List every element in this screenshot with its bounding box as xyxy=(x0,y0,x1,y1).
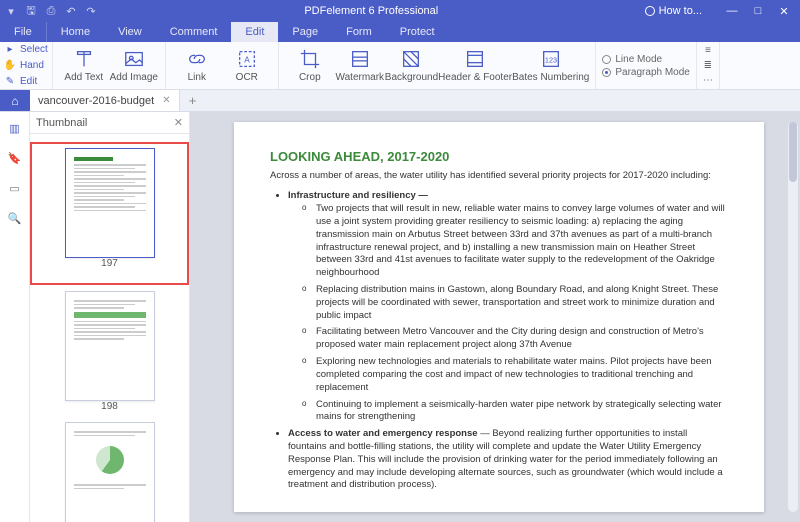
page-content: LOOKING AHEAD, 2017-2020 Across a number… xyxy=(234,122,764,512)
attachments-rail-icon[interactable]: ▭ xyxy=(7,180,23,196)
cursor-group: ▸Select ✋Hand ✎Edit xyxy=(0,42,53,89)
link-group: Link A OCR xyxy=(166,42,279,89)
menu-home[interactable]: Home xyxy=(47,22,104,42)
thumbnail-list: 197 198 199 xyxy=(30,134,189,522)
thumbnails-rail-icon[interactable]: ▥ xyxy=(7,120,23,136)
thumbnail-header: Thumbnail ✕ xyxy=(30,112,189,134)
highlight-box: 197 xyxy=(30,142,189,285)
line-mode-radio[interactable]: Line Mode xyxy=(602,54,690,65)
align-3-icon[interactable]: ⋯ xyxy=(701,75,715,87)
home-icon: ⌂ xyxy=(11,94,18,108)
thumbnail-panel: Thumbnail ✕ 197 198 xyxy=(30,112,190,522)
radio-icon xyxy=(602,68,611,77)
watermark-button[interactable]: Watermark xyxy=(335,44,385,87)
scrollbar[interactable] xyxy=(788,122,798,512)
ribbon: ▸Select ✋Hand ✎Edit Add Text Add Image L… xyxy=(0,42,800,90)
page-number: 197 xyxy=(101,258,118,269)
insert-group: Add Text Add Image xyxy=(53,42,166,89)
text-icon xyxy=(73,48,95,70)
title-bar: ▾ 🖫 ⎙ ↶ ↷ PDFelement 6 Professional How … xyxy=(0,0,800,22)
maximize-button[interactable]: □ xyxy=(746,1,770,21)
add-text-button[interactable]: Add Text xyxy=(59,44,109,87)
bullet-2: Access to water and emergency response —… xyxy=(288,428,728,492)
page-number: 198 xyxy=(101,401,118,412)
menu-form[interactable]: Form xyxy=(332,22,386,42)
paragraph-mode-radio[interactable]: Paragraph Mode xyxy=(602,67,690,78)
ocr-button[interactable]: A OCR xyxy=(222,44,272,87)
bullet-1: Infrastructure and resiliency — Two proj… xyxy=(288,190,728,424)
home-tab[interactable]: ⌂ xyxy=(0,90,30,111)
menu-protect[interactable]: Protect xyxy=(386,22,449,42)
app-menu-icon[interactable]: ▾ xyxy=(4,4,18,18)
main-area: ▥ 🔖 ▭ 🔍 Thumbnail ✕ 197 xyxy=(0,112,800,522)
select-mode[interactable]: ▸Select xyxy=(4,44,48,56)
watermark-icon xyxy=(349,48,371,70)
thumbnail-title: Thumbnail xyxy=(36,117,87,129)
sub-bullet: Continuing to implement a seismically-ha… xyxy=(302,399,728,425)
menu-file[interactable]: File xyxy=(0,22,47,42)
document-tab[interactable]: vancouver-2016-budget ✕ xyxy=(30,90,180,111)
side-rail: ▥ 🔖 ▭ 🔍 xyxy=(0,112,30,522)
page-preview xyxy=(65,148,155,258)
search-rail-icon[interactable]: 🔍 xyxy=(7,210,23,226)
radio-icon xyxy=(602,55,611,64)
bates-icon: 123 xyxy=(540,48,562,70)
align-group: ≡ ≣ ⋯ xyxy=(697,42,720,89)
close-tab-icon[interactable]: ✕ xyxy=(162,95,170,106)
page-preview xyxy=(65,422,155,522)
ocr-icon: A xyxy=(236,48,258,70)
save-icon[interactable]: 🖫 xyxy=(24,4,38,18)
svg-text:123: 123 xyxy=(545,56,557,65)
link-icon xyxy=(186,48,208,70)
thumbnail-item[interactable]: 197 xyxy=(36,148,183,269)
mode-group: Line Mode Paragraph Mode xyxy=(596,42,697,89)
header-footer-icon xyxy=(464,48,486,70)
quick-access: ▾ 🖫 ⎙ ↶ ↷ xyxy=(4,4,98,18)
location-icon xyxy=(645,6,655,16)
close-panel-icon[interactable]: ✕ xyxy=(174,116,183,129)
minimize-button[interactable]: — xyxy=(720,1,744,21)
page-heading: LOOKING AHEAD, 2017-2020 xyxy=(270,148,728,166)
svg-text:A: A xyxy=(244,56,250,65)
background-icon xyxy=(400,48,422,70)
intro-text: Across a number of areas, the water util… xyxy=(270,170,728,183)
hand-mode[interactable]: ✋Hand xyxy=(4,59,48,71)
howto-link[interactable]: How to... xyxy=(645,5,702,17)
thumbnail-item[interactable]: 199 xyxy=(30,422,189,522)
scroll-thumb[interactable] xyxy=(789,122,797,182)
header-footer-button[interactable]: Header & Footer xyxy=(438,44,512,87)
sub-bullet: Exploring new technologies and materials… xyxy=(302,356,728,394)
page-preview xyxy=(65,291,155,401)
align-1-icon[interactable]: ≡ xyxy=(701,45,715,57)
bates-button[interactable]: 123 Bates Numbering xyxy=(512,44,589,87)
thumbnail-item[interactable]: 198 xyxy=(30,291,189,412)
add-image-button[interactable]: Add Image xyxy=(109,44,159,87)
document-view[interactable]: LOOKING AHEAD, 2017-2020 Across a number… xyxy=(190,112,800,522)
redo-icon[interactable]: ↷ xyxy=(84,4,98,18)
crop-button[interactable]: Crop xyxy=(285,44,335,87)
tab-label: vancouver-2016-budget xyxy=(38,95,154,107)
link-button[interactable]: Link xyxy=(172,44,222,87)
menu-edit[interactable]: Edit xyxy=(231,22,278,42)
close-button[interactable]: ✕ xyxy=(772,1,796,21)
align-2-icon[interactable]: ≣ xyxy=(701,60,715,72)
background-button[interactable]: Background xyxy=(385,44,438,87)
tab-strip: ⌂ vancouver-2016-budget ✕ + xyxy=(0,90,800,112)
sub-bullet: Facilitating between Metro Vancouver and… xyxy=(302,326,728,352)
bookmarks-rail-icon[interactable]: 🔖 xyxy=(7,150,23,166)
image-icon xyxy=(123,48,145,70)
crop-icon xyxy=(299,48,321,70)
menu-comment[interactable]: Comment xyxy=(156,22,232,42)
undo-icon[interactable]: ↶ xyxy=(64,4,78,18)
menu-bar: File Home View Comment Edit Page Form Pr… xyxy=(0,22,800,42)
add-tab-button[interactable]: + xyxy=(180,90,206,111)
sub-bullet: Two projects that will result in new, re… xyxy=(302,203,728,280)
app-title: PDFelement 6 Professional xyxy=(304,5,438,17)
menu-view[interactable]: View xyxy=(104,22,156,42)
print-icon[interactable]: ⎙ xyxy=(44,4,58,18)
edit-mode[interactable]: ✎Edit xyxy=(4,75,48,87)
sub-bullet: Replacing distribution mains in Gastown,… xyxy=(302,284,728,322)
menu-page[interactable]: Page xyxy=(278,22,332,42)
page-edit-group: Crop Watermark Background Header & Foote… xyxy=(279,42,597,89)
